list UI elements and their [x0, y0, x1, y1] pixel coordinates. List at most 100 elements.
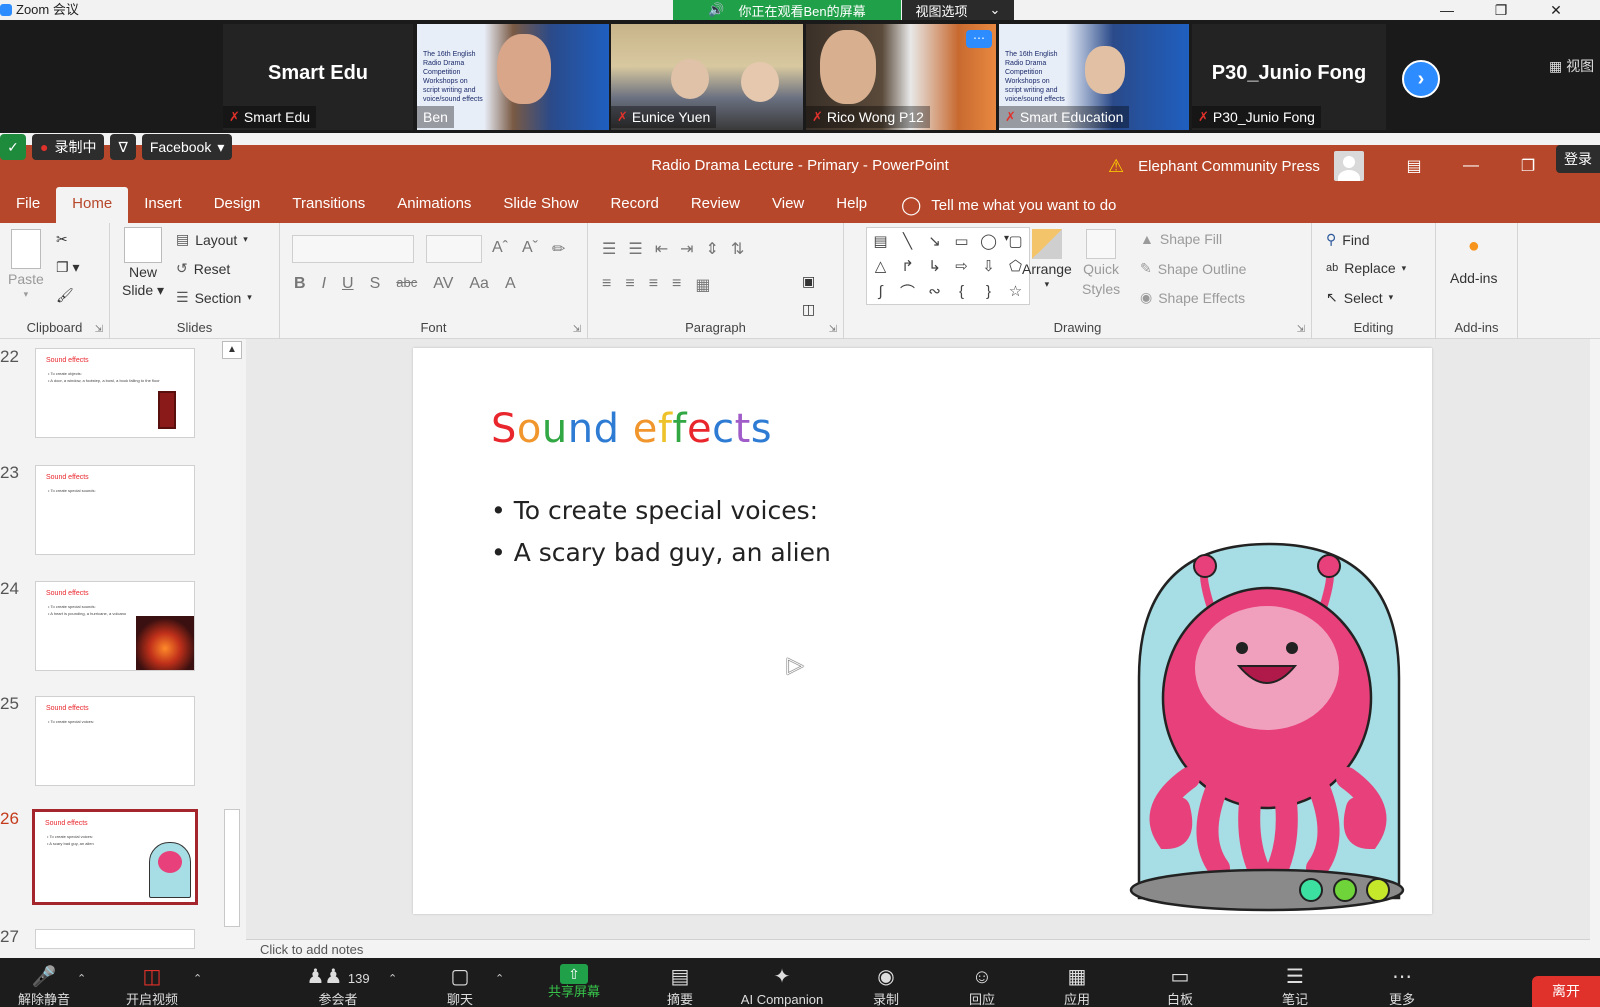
- tab-insert[interactable]: Insert: [128, 187, 198, 223]
- viewing-banner[interactable]: 🔊 你正在观看Ben的屏幕: [673, 0, 901, 20]
- account-area[interactable]: ⚠ Elephant Community Press: [1108, 145, 1364, 187]
- addins-button[interactable]: ● Add-ins: [1450, 235, 1497, 286]
- apps-button[interactable]: ▦ 应用: [1037, 958, 1117, 1007]
- new-slide-button[interactable]: New Slide ▾: [122, 227, 164, 299]
- quick-styles-button[interactable]: Quick Styles: [1082, 229, 1120, 299]
- tab-home[interactable]: Home: [56, 187, 129, 223]
- more-button[interactable]: ⋯ 更多: [1362, 958, 1442, 1007]
- bullets-icon[interactable]: ☰: [602, 239, 616, 259]
- ppt-restore-button[interactable]: ❐: [1503, 145, 1553, 187]
- participant-tile[interactable]: P30_Junio Fong ✗ P30_Junio Fong: [1192, 24, 1386, 130]
- rss-icon[interactable]: ∇: [110, 134, 136, 160]
- tab-file[interactable]: File: [0, 187, 56, 223]
- tab-transitions[interactable]: Transitions: [276, 187, 381, 223]
- align-center-icon[interactable]: ≡: [625, 275, 634, 295]
- character-spacing-icon[interactable]: AV: [433, 275, 453, 293]
- alien-in-jar-image[interactable]: [1127, 538, 1412, 914]
- paste-button[interactable]: Paste ▾: [8, 229, 44, 300]
- slide-thumbnail[interactable]: Sound effects • To create special voices…: [35, 696, 195, 786]
- scribble-shape-icon[interactable]: ∫: [878, 283, 882, 300]
- minimize-button[interactable]: —: [1433, 0, 1461, 20]
- shape-outline-button[interactable]: ✎ Shape Outline: [1140, 260, 1246, 277]
- participant-tile[interactable]: The 16th English Radio Drama Competition…: [999, 24, 1189, 130]
- star-shape-icon[interactable]: ☆: [1009, 282, 1022, 300]
- next-page-button[interactable]: ›: [1402, 60, 1440, 98]
- scissors-icon[interactable]: ✂: [56, 231, 68, 248]
- participant-tile[interactable]: The 16th English Radio Drama Competition…: [417, 24, 609, 130]
- line-spacing-icon[interactable]: ⇕: [706, 239, 719, 259]
- reactions-button[interactable]: ☺ 回应: [942, 958, 1022, 1007]
- elbow-connector-icon[interactable]: ↱: [901, 257, 914, 275]
- dialog-launcher-icon[interactable]: ⇲: [573, 324, 581, 335]
- view-options-button[interactable]: 视图选项 ⌄: [902, 0, 1014, 20]
- right-arrow-shape-icon[interactable]: ⇨: [955, 257, 968, 275]
- ppt-minimize-button[interactable]: —: [1446, 145, 1496, 187]
- left-brace-icon[interactable]: {: [959, 283, 964, 300]
- section-button[interactable]: ☰ Section ▾: [176, 289, 252, 306]
- shrink-font-icon[interactable]: Aˇ: [522, 239, 538, 259]
- arrange-button[interactable]: Arrange ▾: [1022, 229, 1072, 290]
- dialog-launcher-icon[interactable]: ⇲: [829, 324, 837, 335]
- tab-slide-show[interactable]: Slide Show: [487, 187, 594, 223]
- leave-button[interactable]: 离开: [1532, 976, 1600, 1007]
- ribbon-display-options-icon[interactable]: ▤: [1389, 145, 1439, 187]
- shadow-icon[interactable]: S: [370, 275, 381, 293]
- align-left-icon[interactable]: ≡: [602, 275, 611, 295]
- justify-icon[interactable]: ≡: [672, 275, 681, 295]
- clear-formatting-icon[interactable]: ✏: [552, 239, 565, 259]
- participant-tile[interactable]: ⋯ ✗ Rico Wong P12: [806, 24, 996, 130]
- slide-thumbnail[interactable]: [35, 929, 195, 949]
- reset-button[interactable]: ↺ Reset: [176, 260, 230, 277]
- columns-icon[interactable]: ▦: [695, 275, 710, 295]
- curve-shape-icon[interactable]: ∾: [928, 282, 941, 300]
- text-direction-icon[interactable]: ⇅: [731, 239, 744, 259]
- freeform-shape-icon[interactable]: ⬠: [1009, 257, 1022, 275]
- slide-canvas[interactable]: Sound effects • To create special voices…: [413, 348, 1432, 914]
- thumbnails-scrollbar[interactable]: ▲: [222, 339, 242, 939]
- arc-shape-icon[interactable]: ⌒: [900, 281, 915, 302]
- scroll-up-icon[interactable]: ▲: [222, 341, 242, 359]
- align-right-icon[interactable]: ≡: [649, 275, 658, 295]
- copy-icon[interactable]: ❐ ▾: [56, 259, 79, 276]
- select-button[interactable]: ↖ Select ▾: [1326, 289, 1393, 306]
- slide-thumbnail[interactable]: Sound effects • To create special sounds…: [35, 581, 195, 671]
- grow-font-icon[interactable]: Aˆ: [492, 239, 508, 259]
- ai-companion-button[interactable]: ✦ AI Companion: [730, 958, 834, 1007]
- increase-indent-icon[interactable]: ⇥: [680, 239, 693, 259]
- smartart-icon[interactable]: ◫: [802, 301, 815, 318]
- font-name-input[interactable]: [292, 235, 414, 263]
- font-color-icon[interactable]: A: [505, 275, 516, 293]
- line-shape-icon[interactable]: ╲: [903, 232, 912, 250]
- italic-icon[interactable]: I: [322, 275, 326, 293]
- chevron-up-icon[interactable]: ⌃: [388, 972, 397, 985]
- change-case-icon[interactable]: Aa: [469, 275, 489, 293]
- restore-button[interactable]: ❐: [1487, 0, 1515, 20]
- close-button[interactable]: ✕: [1542, 0, 1570, 20]
- decrease-indent-icon[interactable]: ⇤: [655, 239, 668, 259]
- format-painter-icon[interactable]: 🖌: [56, 287, 74, 304]
- facebook-dropdown[interactable]: Facebook ▾: [141, 134, 233, 160]
- participants-button[interactable]: ♟♟ 139 参会者: [290, 958, 386, 1007]
- numbering-icon[interactable]: ☰: [628, 239, 642, 259]
- shape-fill-button[interactable]: ▲ Shape Fill: [1140, 231, 1222, 247]
- participant-tile[interactable]: ✗ Eunice Yuen: [611, 24, 803, 130]
- rounded-rectangle-shape-icon[interactable]: ▢: [1008, 232, 1022, 250]
- summary-button[interactable]: ▤ 摘要: [640, 958, 720, 1007]
- tab-view[interactable]: View: [756, 187, 820, 223]
- tab-animations[interactable]: Animations: [381, 187, 487, 223]
- shield-icon[interactable]: ✓: [0, 134, 26, 160]
- notes-pane[interactable]: Click to add notes: [246, 939, 1600, 958]
- start-video-button[interactable]: ◫ 开启视频: [112, 958, 192, 1007]
- layout-button[interactable]: ▤ Layout ▾: [176, 231, 248, 248]
- right-scrollbar[interactable]: [1590, 339, 1600, 958]
- chevron-up-icon[interactable]: ⌃: [77, 972, 86, 985]
- shape-effects-button[interactable]: ◉ Shape Effects: [1140, 289, 1245, 306]
- scroll-thumb[interactable]: [224, 809, 240, 927]
- down-arrow-shape-icon[interactable]: ⇩: [982, 257, 995, 275]
- triangle-shape-icon[interactable]: △: [875, 257, 887, 275]
- gallery-more-icon[interactable]: ▾: [1004, 233, 1009, 244]
- chevron-up-icon[interactable]: ⌃: [495, 972, 504, 985]
- whiteboard-button[interactable]: ▭ 白板: [1140, 958, 1220, 1007]
- unmute-button[interactable]: 🎤 解除静音: [4, 958, 84, 1007]
- gallery-view-button[interactable]: ▦ 视图: [1549, 56, 1594, 76]
